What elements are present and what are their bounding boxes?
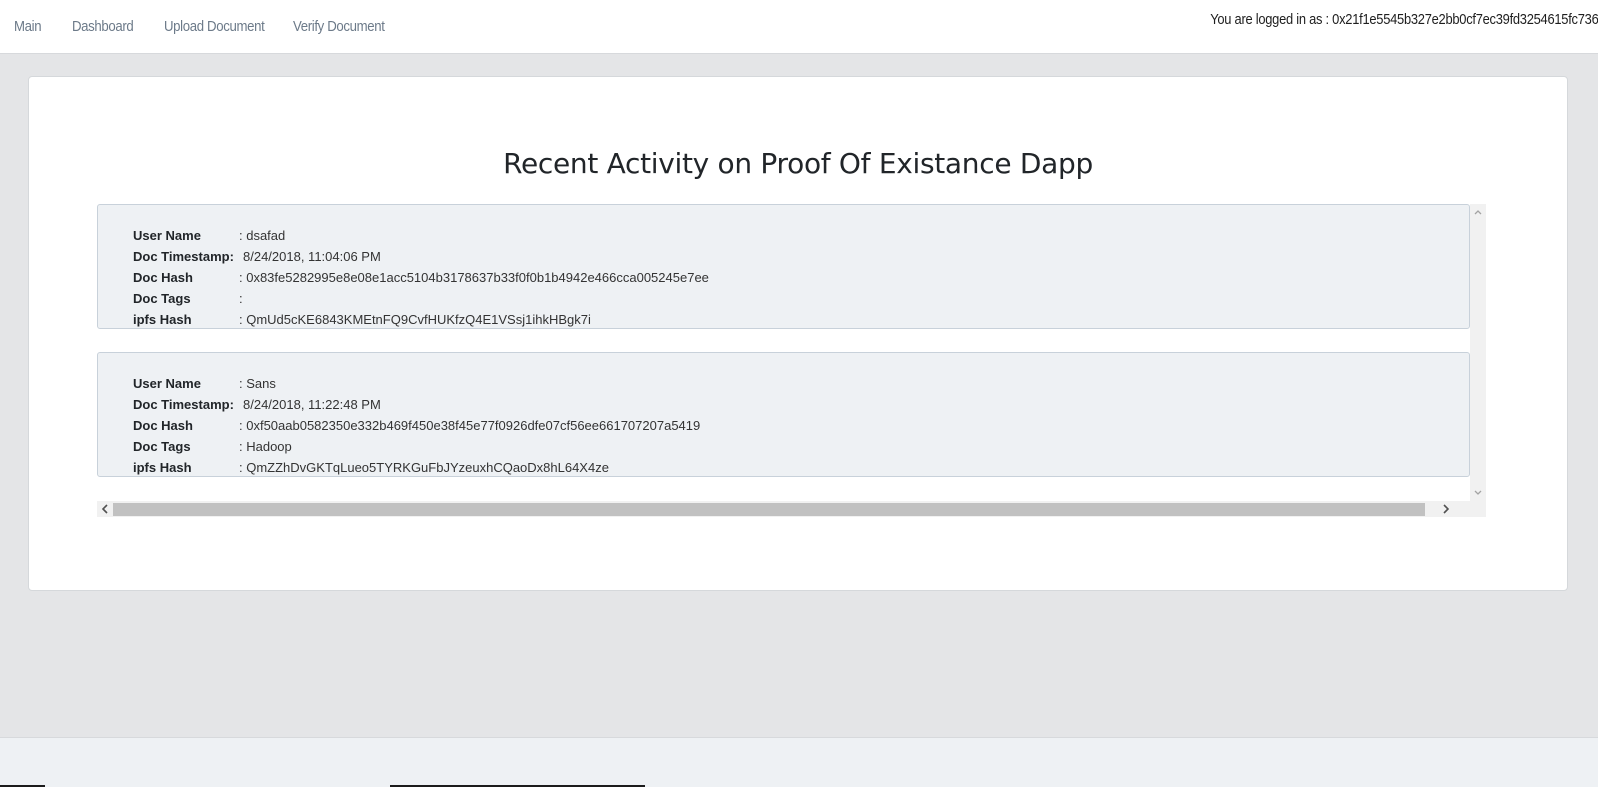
doc-hash-row: Doc Hash : 0x83fe5282995e8e08e1acc5104b3… xyxy=(133,270,1433,291)
ipfs-hash-value: : QmZZhDvGKTqLueo5TYRKGuFbJYzeuxhCQaoDx8… xyxy=(239,460,609,475)
user-name-row: User Name : dsafad xyxy=(133,228,1433,249)
user-name-value: : Sans xyxy=(239,376,276,391)
doc-tags-value: : Hadoop xyxy=(239,439,292,454)
doc-tags-row: Doc Tags : xyxy=(133,291,1433,312)
recent-activity-panel: Recent Activity on Proof Of Existance Da… xyxy=(28,76,1568,591)
top-navbar: Main Dashboard Upload Document Verify Do… xyxy=(0,0,1598,54)
page-title: Recent Activity on Proof Of Existance Da… xyxy=(503,147,1093,180)
chevron-up-icon[interactable] xyxy=(1470,204,1486,220)
field-label: User Name xyxy=(133,228,201,243)
chevron-right-icon[interactable] xyxy=(1438,501,1454,517)
field-label: Doc Hash xyxy=(133,418,193,433)
doc-tags-value: : xyxy=(239,291,243,306)
field-label: ipfs Hash xyxy=(133,312,192,327)
chevron-down-icon[interactable] xyxy=(1470,485,1486,501)
ipfs-hash-row: ipfs Hash : QmUd5cKE6843KMEtnFQ9CvfHUKfz… xyxy=(133,312,1433,328)
field-label: Doc Hash xyxy=(133,270,193,285)
nav-link-upload-document[interactable]: Upload Document xyxy=(164,18,265,35)
nav-link-main[interactable]: Main xyxy=(14,18,42,35)
activity-card: User Name : dsafad Doc Timestamp: 8/24/2… xyxy=(97,204,1470,329)
field-label: Doc Tags xyxy=(133,439,191,454)
login-status: You are logged in as : 0x21f1e5545b327e2… xyxy=(1209,11,1598,28)
nav-link-verify-document[interactable]: Verify Document xyxy=(293,18,385,35)
doc-hash-row: Doc Hash : 0xf50aab0582350e332b469f450e3… xyxy=(133,418,1433,439)
field-label: User Name xyxy=(133,376,201,391)
doc-timestamp-row: Doc Timestamp: 8/24/2018, 11:04:06 PM xyxy=(133,249,1433,270)
doc-hash-value: : 0xf50aab0582350e332b469f450e38f45e77f0… xyxy=(239,418,701,433)
doc-hash-value: : 0x83fe5282995e8e08e1acc5104b3178637b33… xyxy=(239,270,709,285)
field-label: Doc Tags xyxy=(133,291,191,306)
chevron-left-icon[interactable] xyxy=(97,501,113,517)
ipfs-hash-value: : QmUd5cKE6843KMEtnFQ9CvfHUKfzQ4E1VSsj1i… xyxy=(239,312,591,327)
field-label: Doc Timestamp: xyxy=(133,249,234,264)
ipfs-hash-row: ipfs Hash : QmZZhDvGKTqLueo5TYRKGuFbJYze… xyxy=(133,460,1433,476)
doc-timestamp-value: 8/24/2018, 11:22:48 PM xyxy=(243,397,381,412)
vertical-scrollbar[interactable] xyxy=(1470,204,1486,517)
doc-timestamp-value: 8/24/2018, 11:04:06 PM xyxy=(243,249,381,264)
horizontal-scrollbar[interactable] xyxy=(97,501,1470,517)
horizontal-scroll-thumb[interactable] xyxy=(113,503,1425,516)
field-label: Doc Timestamp: xyxy=(133,397,234,412)
activity-scroll-area[interactable]: User Name : dsafad Doc Timestamp: 8/24/2… xyxy=(97,204,1486,517)
footer xyxy=(0,737,1598,787)
activity-card: User Name : Sans Doc Timestamp: 8/24/201… xyxy=(97,352,1470,477)
user-name-row: User Name : Sans xyxy=(133,376,1433,397)
field-label: ipfs Hash xyxy=(133,460,192,475)
user-name-value: : dsafad xyxy=(239,228,286,243)
doc-tags-row: Doc Tags : Hadoop xyxy=(133,439,1433,460)
doc-timestamp-row: Doc Timestamp: 8/24/2018, 11:22:48 PM xyxy=(133,397,1433,418)
nav-link-dashboard[interactable]: Dashboard xyxy=(72,18,134,35)
